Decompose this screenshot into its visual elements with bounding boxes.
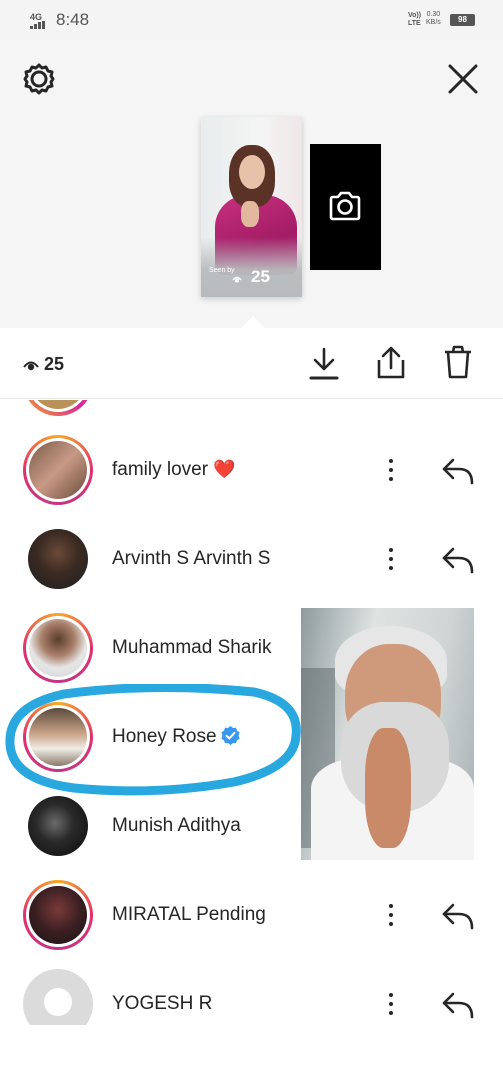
avatar[interactable]: [23, 791, 93, 861]
viewer-name: Arvinth S Arvinth S: [112, 548, 271, 569]
avatar[interactable]: [23, 400, 93, 416]
story-action-bar: 25: [0, 329, 503, 399]
add-story-tile[interactable]: [310, 144, 381, 270]
avatar[interactable]: [23, 524, 93, 594]
highlight-scribble: [5, 684, 301, 796]
eye-icon: [232, 276, 242, 283]
more-options-button[interactable]: [380, 543, 402, 575]
more-options-button[interactable]: [380, 988, 402, 1020]
viewer-name: Munish Adithya: [112, 815, 241, 836]
thumbnail-caption: Seen by: [209, 267, 235, 274]
viewer-name: MIRATAL Pending: [112, 904, 266, 925]
share-icon[interactable]: [375, 344, 407, 380]
battery-icon: 98: [450, 14, 475, 26]
list-item[interactable]: YOGESH R: [0, 960, 503, 1025]
avatar[interactable]: [23, 969, 93, 1025]
reply-icon[interactable]: [441, 455, 475, 487]
trash-icon[interactable]: [442, 344, 474, 380]
reply-icon[interactable]: [441, 544, 475, 576]
carrier-indicator: Vo)) LTE: [408, 12, 422, 27]
speed-value: 0.30: [426, 11, 441, 18]
thumbnail-view-count: 25: [251, 267, 270, 286]
viewer-name: Muhammad Sharik: [112, 637, 272, 658]
avatar[interactable]: [23, 613, 93, 683]
speed-unit: KB/s: [426, 19, 441, 26]
eye-icon: [23, 361, 39, 371]
heart-emoji: ❤️: [213, 459, 236, 479]
more-options-button[interactable]: [380, 899, 402, 931]
network-speed: 0.30 KB/s: [426, 11, 441, 27]
status-bar: 4G 8:48 Vo)) LTE 0.30 KB/s 98: [0, 0, 503, 38]
viewer-name: YOGESH R: [112, 993, 213, 1014]
status-time: 8:48: [56, 10, 90, 29]
list-item[interactable]: MIRATAL Pending: [0, 871, 503, 960]
view-count: 25: [44, 354, 65, 374]
list-item[interactable]: Arvinth S Arvinth S: [0, 515, 503, 604]
gear-icon[interactable]: [22, 62, 56, 96]
list-item[interactable]: family lover ❤️: [0, 426, 503, 515]
more-options-button[interactable]: [380, 454, 402, 486]
reply-icon[interactable]: [441, 900, 475, 932]
signal-icon: [30, 21, 50, 29]
close-icon[interactable]: [446, 62, 480, 96]
overlay-photo: [301, 608, 474, 860]
avatar[interactable]: [23, 880, 93, 950]
story-thumbnail[interactable]: Seen by 25: [201, 117, 302, 297]
viewer-name-wrap: family lover ❤️: [112, 459, 236, 481]
download-icon[interactable]: [308, 345, 340, 381]
selection-pointer: [240, 316, 266, 329]
camera-icon: [329, 191, 361, 221]
viewer-name: family lover: [112, 459, 209, 480]
reply-icon[interactable]: [441, 989, 475, 1021]
avatar[interactable]: [23, 435, 93, 505]
